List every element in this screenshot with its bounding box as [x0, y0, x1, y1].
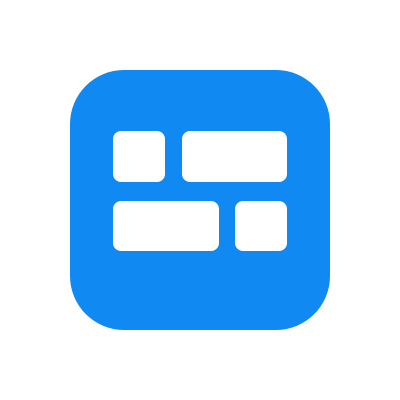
grid-block-top-right: [182, 131, 287, 182]
grid-block-bottom-right: [235, 201, 287, 251]
layout-grid-app-icon[interactable]: [70, 70, 330, 330]
grid-block-bottom-left: [113, 201, 219, 251]
icon-canvas: [0, 0, 400, 400]
grid-block-top-left: [113, 131, 165, 182]
